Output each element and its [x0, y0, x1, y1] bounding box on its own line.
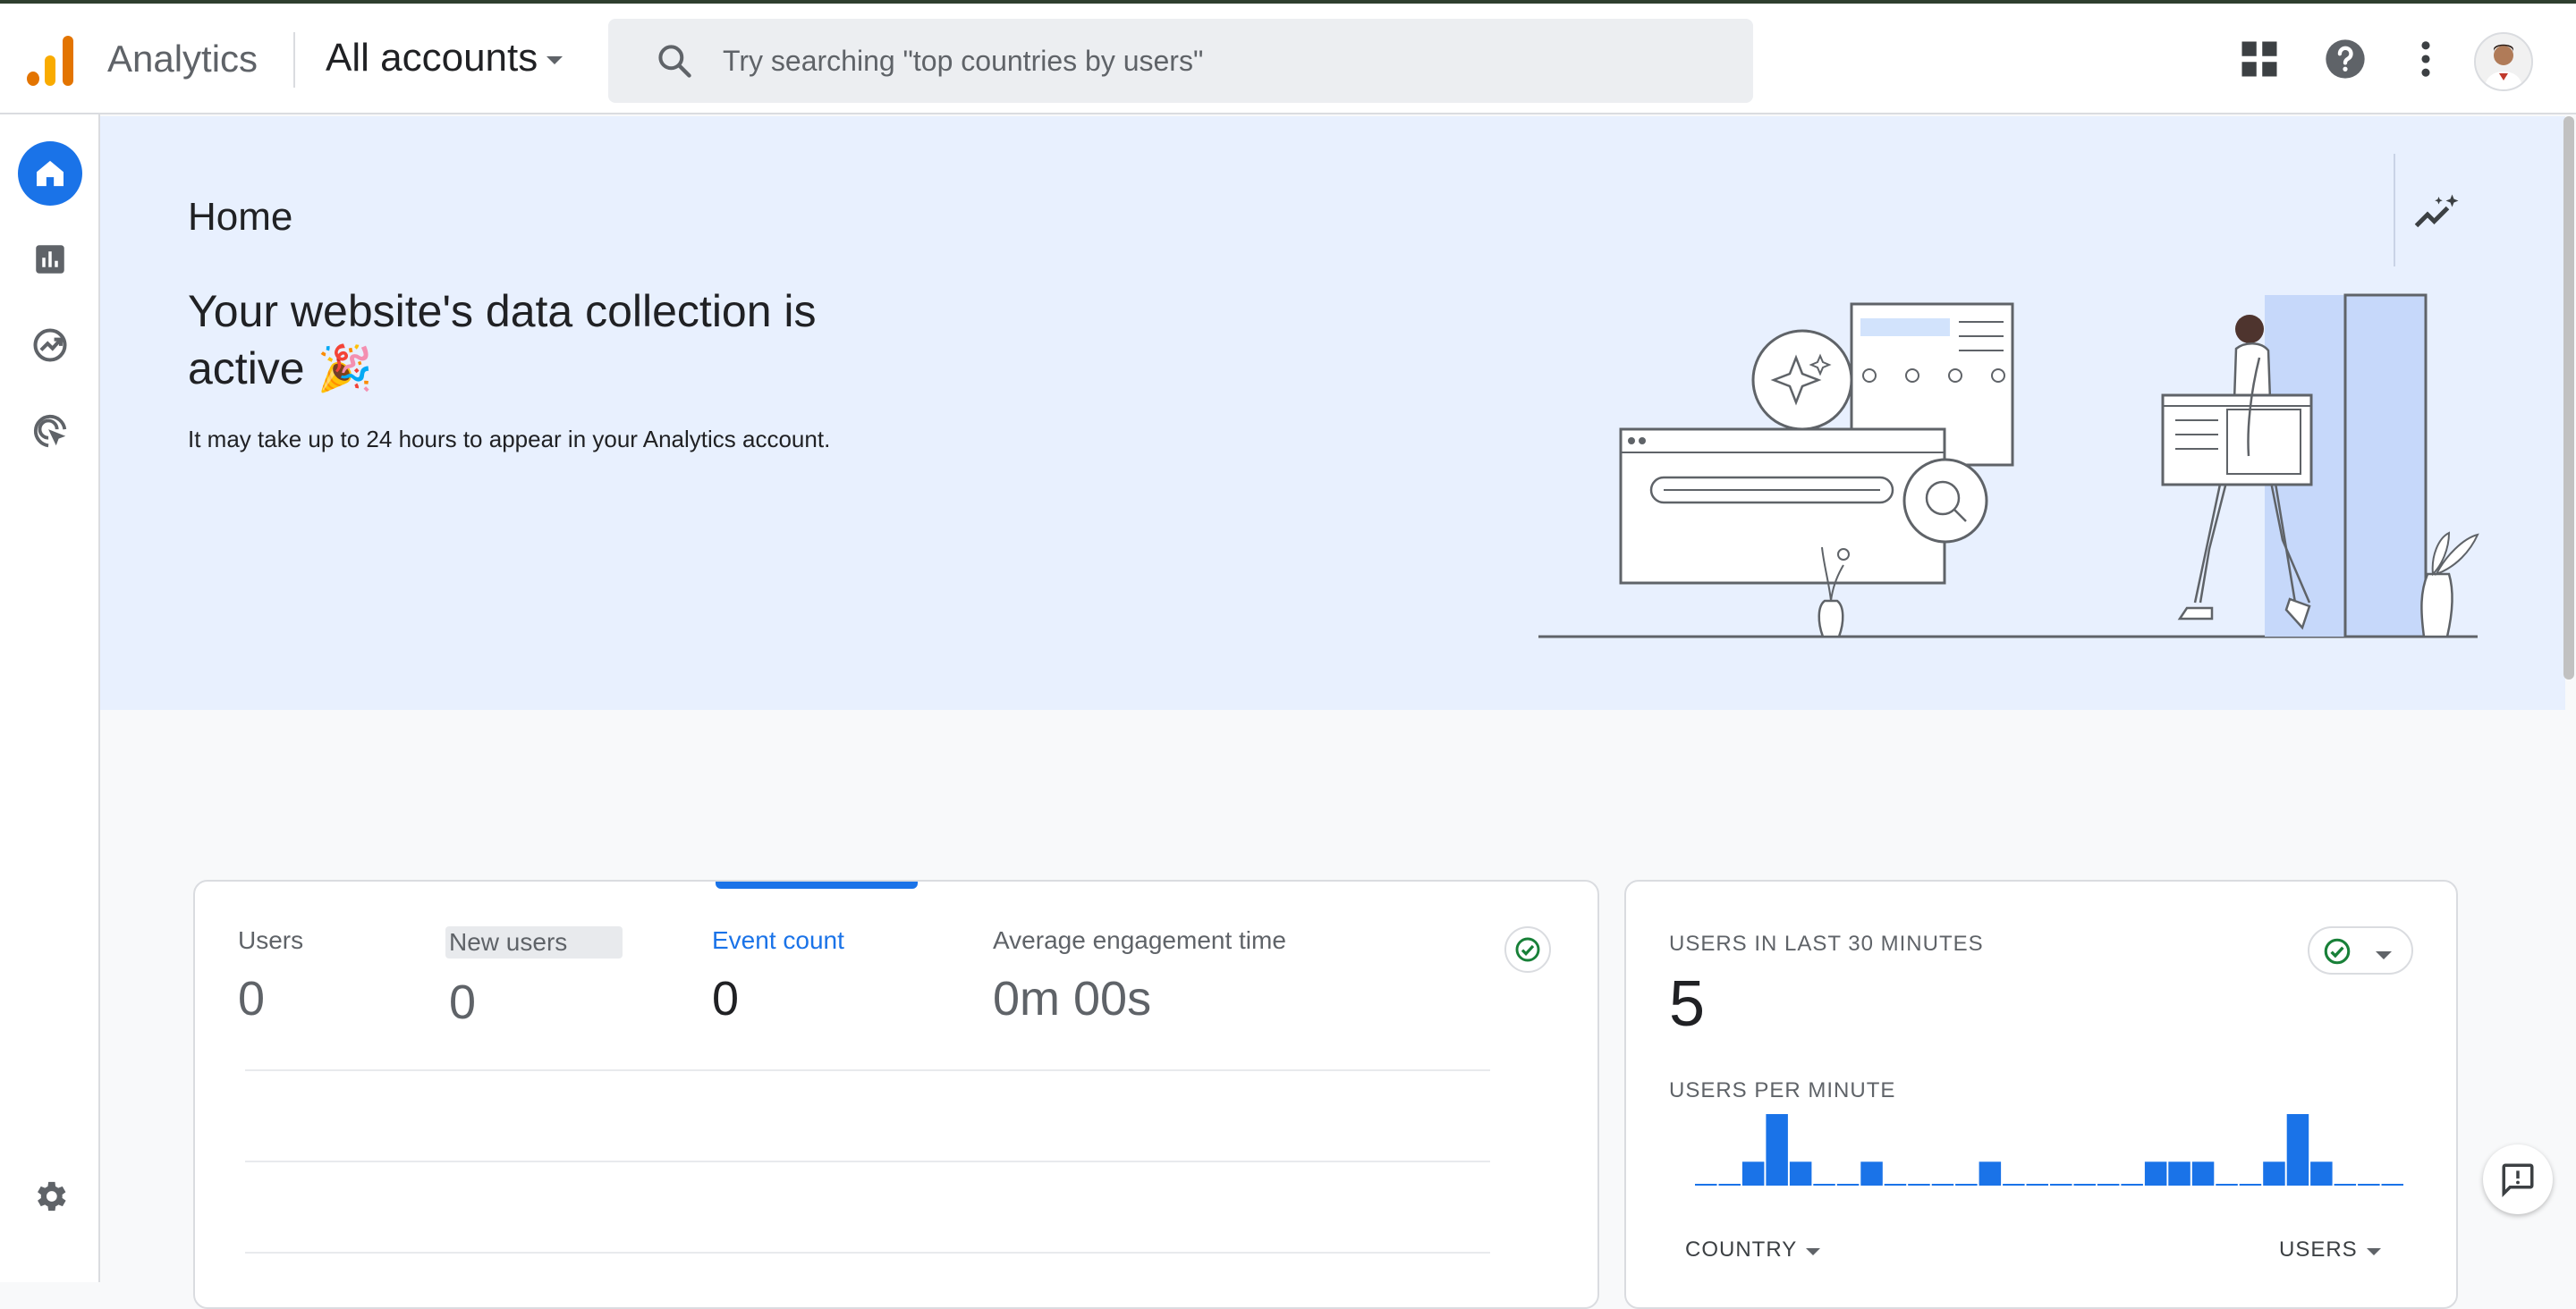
minute-bar: [2286, 1114, 2309, 1186]
minute-bar: [1766, 1114, 1788, 1186]
account-selector[interactable]: All accounts: [326, 36, 564, 80]
search-input[interactable]: [721, 43, 1708, 79]
overview-metrics-card: Users 0 New users 0 Event count 0 Averag…: [193, 880, 1599, 1309]
realtime-status-dropdown[interactable]: [2308, 926, 2413, 975]
minute-bar: [1789, 1161, 1812, 1186]
bar-chart-icon: [36, 245, 64, 274]
gear-icon: [38, 1181, 66, 1212]
minute-bar: [2003, 1184, 2025, 1186]
caret-down-icon: [2376, 951, 2392, 959]
minute-bar: [2263, 1161, 2285, 1186]
minute-bar: [2310, 1161, 2333, 1186]
metric-tab-event-count[interactable]: Event count 0: [712, 926, 844, 1026]
metric-value: 0: [712, 972, 740, 1026]
search-icon: [658, 45, 691, 78]
home-icon: [37, 160, 64, 187]
metric-value: 0: [449, 975, 477, 1029]
chart-gridline: [245, 1069, 1490, 1071]
metric-label: Users: [238, 926, 304, 954]
header-divider: [293, 32, 295, 88]
metric-tab-users[interactable]: Users 0: [238, 926, 303, 1026]
minute-bar: [2191, 1161, 2215, 1186]
app-name: Analytics: [107, 38, 258, 80]
realtime-title: USERS IN LAST 30 MINUTES: [1669, 932, 1984, 956]
nav-advertising[interactable]: [18, 399, 82, 463]
analytics-logo[interactable]: [27, 34, 73, 86]
top-app-bar: Analytics All accounts: [0, 0, 2576, 114]
minute-bar: [2239, 1184, 2262, 1186]
caret-down-icon: [547, 55, 564, 64]
account-label: All accounts: [326, 36, 538, 80]
apps-grid-icon[interactable]: [2236, 36, 2283, 82]
minute-bar: [1695, 1184, 1717, 1186]
more-vert-icon[interactable]: [2402, 36, 2449, 82]
country-column-label: COUNTRY: [1685, 1237, 1798, 1262]
minute-bar: [1741, 1161, 1765, 1186]
minute-bar: [2381, 1184, 2403, 1186]
caret-down-icon: [2366, 1248, 2381, 1255]
country-column-header[interactable]: COUNTRY: [1685, 1237, 1821, 1263]
minute-bar: [1979, 1161, 2002, 1186]
users-per-minute-label: USERS PER MINUTE: [1669, 1078, 1896, 1102]
minute-bar: [2168, 1161, 2190, 1186]
hero-headline: Your website's data collection is active…: [188, 286, 817, 393]
minute-bar: [2216, 1184, 2238, 1186]
minute-bar: [2121, 1184, 2143, 1186]
hero-subtext: It may take up to 24 hours to appear in …: [188, 426, 831, 452]
minute-bar: [2073, 1184, 2096, 1186]
minute-bar: [2050, 1184, 2072, 1186]
users-column-header[interactable]: USERS: [2279, 1237, 2381, 1263]
help-icon[interactable]: [2322, 36, 2368, 82]
caret-down-icon: [1806, 1248, 1821, 1255]
data-status-button[interactable]: [1504, 926, 1551, 973]
nav-reports[interactable]: [18, 227, 82, 291]
minute-bar: [1813, 1184, 1835, 1186]
metric-label: New users: [445, 926, 623, 959]
metric-label: Event count: [712, 926, 844, 954]
minute-bar: [2334, 1184, 2357, 1186]
users-per-minute-chart: [1695, 1114, 2403, 1186]
check-circle-icon: [2324, 938, 2351, 965]
minute-bar: [1931, 1184, 1954, 1186]
page-scrollbar[interactable]: [2563, 116, 2574, 680]
advertising-target-icon: [33, 414, 67, 448]
chart-gridline: [245, 1252, 1490, 1254]
search-bar[interactable]: [608, 19, 1753, 103]
minute-bar: [1955, 1184, 1978, 1186]
realtime-card: USERS IN LAST 30 MINUTES 5 USERS PER MIN…: [1624, 880, 2458, 1309]
metric-value: 0: [238, 972, 266, 1026]
check-circle-icon: [1515, 937, 1540, 962]
avatar[interactable]: [2474, 32, 2533, 91]
minute-bar: [2097, 1184, 2120, 1186]
explore-trend-icon: [33, 328, 67, 362]
selected-tab-indicator: [716, 882, 918, 889]
metric-value: 0m 00s: [993, 972, 1152, 1026]
feedback-icon: [2502, 1163, 2534, 1197]
hero-illustration: [1538, 293, 2479, 638]
nav-admin-settings[interactable]: [18, 1164, 82, 1229]
metric-label: Average engagement time: [993, 926, 1286, 954]
metric-tab-avg-engagement-time[interactable]: Average engagement time 0m 00s: [993, 926, 1286, 1026]
insights-divider: [2394, 154, 2395, 266]
minute-bar: [1908, 1184, 1930, 1186]
minute-bar: [2026, 1184, 2048, 1186]
feedback-button[interactable]: [2483, 1144, 2553, 1214]
minute-bar: [1884, 1184, 1907, 1186]
left-nav-rail: [0, 114, 100, 1282]
page-title: Home: [188, 195, 293, 239]
minute-bar: [1718, 1184, 1741, 1186]
nav-explore[interactable]: [18, 313, 82, 377]
minute-bar: [2144, 1161, 2167, 1186]
realtime-users-value: 5: [1669, 968, 1706, 1040]
users-column-label: USERS: [2279, 1237, 2358, 1262]
nav-home[interactable]: [18, 141, 82, 206]
minute-bar: [1860, 1161, 1883, 1186]
minute-bar: [1836, 1184, 1860, 1186]
insights-sparkle-icon[interactable]: [2410, 188, 2463, 241]
chart-gridline: [245, 1161, 1490, 1162]
minute-bar: [2358, 1184, 2380, 1186]
metric-tab-new-users[interactable]: New users 0: [445, 926, 623, 1030]
